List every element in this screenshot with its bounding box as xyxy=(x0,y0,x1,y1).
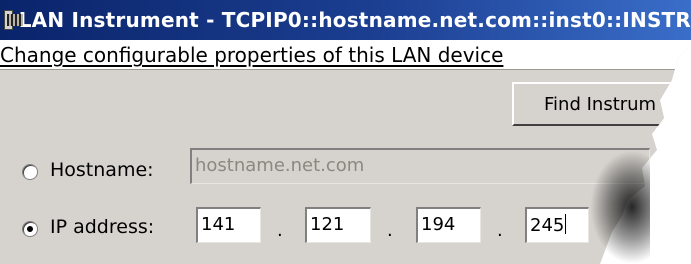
ip-octet-1-field[interactable]: 141 xyxy=(196,207,261,243)
screenshot-stage: LAN Instrument - TCPIP0::hostname.net.co… xyxy=(0,0,691,264)
lan-instrument-dialog: LAN Instrument - TCPIP0::hostname.net.co… xyxy=(0,0,691,264)
ip-address-label: IP address: xyxy=(50,216,155,238)
hostname-radio[interactable] xyxy=(22,164,38,180)
text-caret xyxy=(565,214,567,234)
ip-separator: . xyxy=(277,220,283,241)
ip-separator: . xyxy=(387,220,393,241)
ip-octet-3-field[interactable]: 194 xyxy=(416,207,481,243)
ip-octet-4-field[interactable]: 245 xyxy=(525,207,589,243)
hostname-label: Hostname: xyxy=(50,159,154,181)
hostname-field[interactable]: hostname.net.com xyxy=(190,148,650,184)
description-text: Change configurable properties of this L… xyxy=(0,43,504,67)
ip-octet-4-value: 245 xyxy=(530,215,565,236)
title-bar[interactable]: LAN Instrument - TCPIP0::hostname.net.co… xyxy=(0,0,691,40)
find-instrument-button[interactable]: Find Instrum xyxy=(512,82,691,126)
window-title: LAN Instrument - TCPIP0::hostname.net.co… xyxy=(18,8,691,32)
description-band: Change configurable properties of this L… xyxy=(0,40,691,70)
ip-address-radio[interactable] xyxy=(22,221,38,237)
instrument-icon xyxy=(4,10,23,30)
ip-octet-2-field[interactable]: 121 xyxy=(305,207,371,243)
ip-separator: . xyxy=(497,220,503,241)
